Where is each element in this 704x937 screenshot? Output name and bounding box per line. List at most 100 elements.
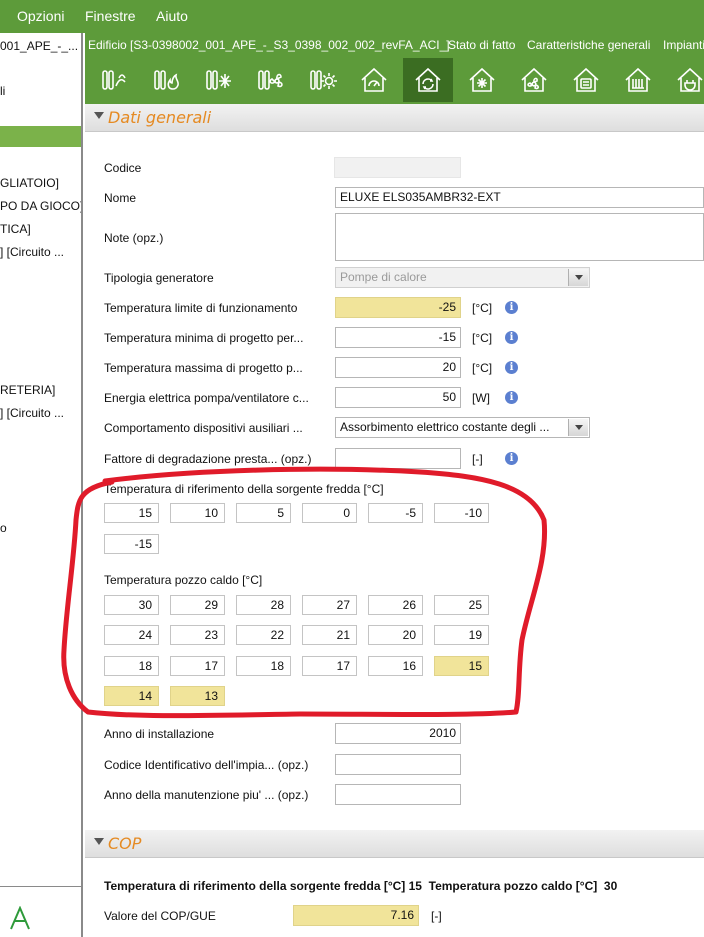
sorgente-fredda-cell[interactable]: 15 [104,503,159,523]
pozzo-caldo-cell[interactable]: 13 [170,686,225,706]
pozzo-caldo-cell[interactable]: 25 [434,595,489,615]
breadcrumb-item-state[interactable]: Stato di fatto [448,38,515,52]
codice-id-field[interactable] [335,754,461,775]
radiator-heating-button[interactable] [89,58,139,102]
sorgente-fredda-label: Temperatura di riferimento della sorgent… [104,482,384,496]
heat-pump-house-button[interactable] [403,58,453,102]
breadcrumb-item-building[interactable]: Edificio [S3-0398002_001_APE_-_S3_0398_0… [88,38,450,52]
pozzo-caldo-cell[interactable]: 18 [104,656,159,676]
section-header-cop[interactable]: COP [85,830,704,858]
sorgente-fredda-cell[interactable]: -5 [368,503,423,523]
t-max-field[interactable]: 20 [335,357,461,378]
comportamento-select[interactable]: Assorbimento elettrico costante degli ..… [335,417,590,438]
pozzo-caldo-cell[interactable]: 21 [302,625,357,645]
menu-opzioni[interactable]: Opzioni [17,8,64,24]
pozzo-caldo-cell[interactable]: 22 [236,625,291,645]
house-gauge-button[interactable] [349,58,399,102]
menu-aiuto[interactable]: Aiuto [156,8,188,24]
section-title: Dati generali [108,108,212,127]
breadcrumb-item-systems[interactable]: Impianti [663,38,704,52]
tree-item[interactable]: o [0,521,7,535]
info-icon[interactable]: i [505,301,518,314]
section-title: COP [108,834,142,853]
tree-item[interactable]: RETERIA] [0,383,55,397]
sorgente-fredda-cell[interactable]: 0 [302,503,357,523]
nome-field[interactable]: ELUXE ELS035AMBR32-EXT [335,187,704,208]
pozzo-caldo-cell[interactable]: 30 [104,595,159,615]
cop-label: Valore del COP/GUE [104,909,216,923]
pozzo-caldo-cell[interactable]: 17 [170,656,225,676]
house-plug-button[interactable] [665,58,704,102]
house-plug-icon [677,67,703,92]
section-header-general[interactable]: Dati generali [85,104,704,132]
anno-installazione-field[interactable]: 2010 [335,723,461,744]
info-icon[interactable]: i [505,391,518,404]
nome-label: Nome [104,191,137,205]
house-snowflake-button[interactable] [457,58,507,102]
tree-selected-row[interactable] [0,126,81,147]
sun-solar-icon [310,70,337,90]
fan-ventilation-button[interactable] [245,58,295,102]
tree-item-project[interactable]: 001_APE_-_... [0,39,78,53]
sorgente-fredda-cell[interactable]: 5 [236,503,291,523]
pozzo-caldo-cell[interactable]: 27 [302,595,357,615]
pozzo-caldo-cell[interactable]: 17 [302,656,357,676]
t-max-unit: [°C] [472,361,493,375]
tree-item[interactable]: GLIATOIO] [0,176,59,190]
pozzo-caldo-cell[interactable]: 20 [368,625,423,645]
info-icon[interactable]: i [505,361,518,374]
menu-finestre[interactable]: Finestre [85,8,136,24]
pozzo-caldo-cell[interactable]: 26 [368,595,423,615]
info-icon[interactable]: i [505,331,518,344]
pozzo-caldo-cell[interactable]: 18 [236,656,291,676]
system-toolbar [85,56,704,104]
collapse-triangle-icon[interactable] [94,112,104,119]
house-gauge-icon [361,67,387,92]
t-min-field[interactable]: -15 [335,327,461,348]
cop-field[interactable]: 7.16 [293,905,419,926]
snowflake-cooling-button[interactable] [193,58,243,102]
info-icon[interactable]: i [505,452,518,465]
chevron-down-icon[interactable] [568,269,588,286]
t-limite-field[interactable]: -25 [335,297,461,318]
tree-item[interactable]: ] [Circuito ... [0,406,64,420]
sun-solar-button[interactable] [297,58,347,102]
tree-item[interactable]: TICA] [0,222,31,236]
pozzo-caldo-cell[interactable]: 15 [434,656,489,676]
pozzo-caldo-cell[interactable]: 14 [104,686,159,706]
codice-id-label: Codice Identificativo dell'impia... (opz… [104,758,309,772]
collapse-triangle-icon[interactable] [94,838,104,845]
note-label: Note (opz.) [104,231,164,245]
pozzo-caldo-label: Temperatura pozzo caldo [°C] [104,573,263,587]
fattore-field[interactable] [335,448,461,469]
house-radiator-button[interactable] [613,58,663,102]
tipologia-select[interactable]: Pompe di calore [335,267,590,288]
house-hot-water-icon [573,67,599,92]
pozzo-caldo-cell[interactable]: 16 [368,656,423,676]
pozzo-caldo-cell[interactable]: 29 [170,595,225,615]
tree-item[interactable]: ] [Circuito ... [0,245,64,259]
pozzo-caldo-cell[interactable]: 23 [170,625,225,645]
comportamento-value: Assorbimento elettrico costante degli ..… [340,420,550,434]
note-textarea[interactable] [335,213,704,261]
tree-item[interactable]: PO DA GIOCO] [0,199,81,213]
flame-heating-button[interactable] [141,58,191,102]
chevron-down-icon[interactable] [568,419,588,436]
sorgente-fredda-cell[interactable]: -10 [434,503,489,523]
pozzo-caldo-cell[interactable]: 19 [434,625,489,645]
fattore-unit: [-] [472,452,483,466]
codice-field[interactable] [334,157,461,178]
house-fan-button[interactable] [509,58,559,102]
sorgente-fredda-cell[interactable]: -15 [104,534,159,554]
menu-bar: Opzioni Finestre Aiuto [0,0,704,33]
energia-unit: [W] [472,391,490,405]
pozzo-caldo-cell[interactable]: 28 [236,595,291,615]
project-tree-panel: 001_APE_-_... li GLIATOIO] PO DA GIOCO] … [0,33,83,937]
sorgente-fredda-cell[interactable]: 10 [170,503,225,523]
house-hot-water-button[interactable] [561,58,611,102]
tree-item[interactable]: li [0,84,5,98]
anno-manutenzione-field[interactable] [335,784,461,805]
energia-field[interactable]: 50 [335,387,461,408]
pozzo-caldo-cell[interactable]: 24 [104,625,159,645]
breadcrumb-item-general[interactable]: Caratteristiche generali [527,38,650,52]
